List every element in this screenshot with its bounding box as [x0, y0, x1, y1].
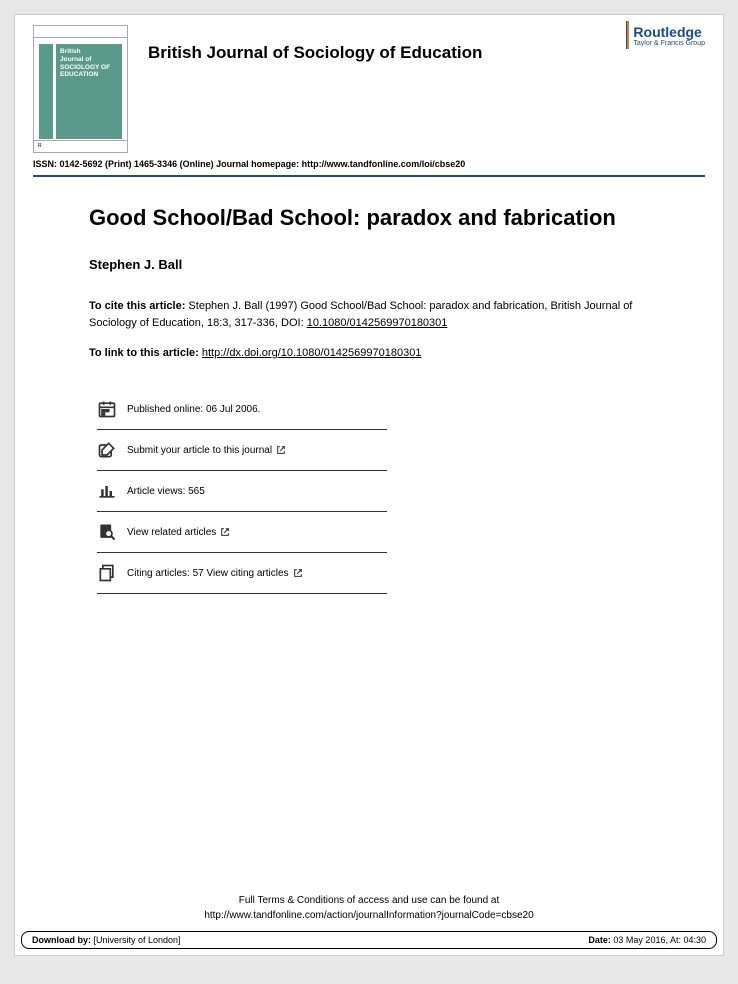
calendar-icon — [97, 399, 117, 419]
download-by: [University of London] — [91, 935, 181, 945]
terms-line1: Full Terms & Conditions of access and us… — [239, 895, 500, 906]
citation-block: To cite this article: Stephen J. Ball (1… — [89, 298, 649, 331]
link-row: To link to this article: http://dx.doi.o… — [89, 347, 649, 359]
terms-line2: http://www.tandfonline.com/action/journa… — [204, 910, 533, 921]
publisher-name: Routledge — [633, 24, 705, 40]
main-content: Good School/Bad School: paradox and fabr… — [15, 183, 723, 594]
date-value: 03 May 2016, At: 04:30 — [611, 935, 706, 945]
issn-line: ISSN: 0142-5692 (Print) 1465-3346 (Onlin… — [15, 159, 723, 169]
publisher-sub: Taylor & Francis Group — [633, 40, 705, 47]
citing-label: Citing articles: 57 View citing articles — [127, 568, 289, 579]
related-row[interactable]: View related articles — [97, 512, 387, 553]
submit-row[interactable]: Submit your article to this journal — [97, 429, 387, 471]
footer-terms: Full Terms & Conditions of access and us… — [15, 893, 723, 923]
pencil-icon — [97, 440, 117, 460]
views-label: Article views: 565 — [127, 486, 205, 497]
related-label: View related articles — [127, 527, 216, 538]
action-list: Published online: 06 Jul 2006. Submit yo… — [97, 389, 649, 594]
download-label: Download by: — [32, 935, 91, 945]
external-link-icon — [276, 445, 286, 455]
submit-label: Submit your article to this journal — [127, 445, 272, 456]
author: Stephen J. Ball — [89, 257, 649, 272]
external-link-icon — [293, 568, 303, 578]
cite-label: To cite this article: — [89, 300, 185, 312]
publisher-logo: Routledge Taylor & Francis Group — [626, 21, 705, 49]
article-title: Good School/Bad School: paradox and fabr… — [89, 205, 649, 231]
barchart-icon — [97, 481, 117, 501]
journal-title: British Journal of Sociology of Educatio… — [148, 43, 705, 63]
download-bar: Download by: [University of London] Date… — [21, 931, 717, 949]
citing-row[interactable]: Citing articles: 57 View citing articles — [97, 553, 387, 594]
docs-icon — [97, 563, 117, 583]
journal-cover: British Journal of SOCIOLOGY OF EDUCATIO… — [33, 25, 128, 153]
article-link[interactable]: http://dx.doi.org/10.1080/01425699701803… — [202, 347, 422, 359]
published-row: Published online: 06 Jul 2006. — [97, 389, 387, 429]
published-label: Published online: 06 Jul 2006. — [127, 404, 260, 415]
cite-doi-link[interactable]: 10.1080/0142569970180301 — [307, 317, 448, 329]
separator — [33, 175, 705, 177]
cover-line: Journal of — [60, 56, 91, 63]
cover-line: British — [60, 48, 81, 55]
header: British Journal of SOCIOLOGY OF EDUCATIO… — [15, 15, 723, 153]
link-label: To link to this article: — [89, 347, 202, 359]
article-page: British Journal of SOCIOLOGY OF EDUCATIO… — [14, 14, 724, 956]
external-link-icon — [220, 527, 230, 537]
views-row: Article views: 565 — [97, 471, 387, 512]
cover-line: EDUCATION — [60, 71, 98, 78]
date-label: Date: — [588, 935, 611, 945]
search-doc-icon — [97, 522, 117, 542]
cover-line: SOCIOLOGY OF — [60, 64, 110, 71]
